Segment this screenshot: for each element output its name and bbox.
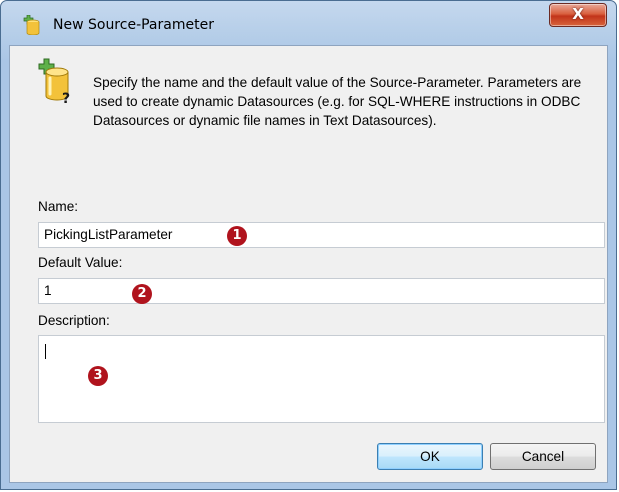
annotation-marker-3: 3 bbox=[88, 366, 108, 386]
dialog-content: ? Specify the name and the default value… bbox=[9, 45, 608, 483]
annotation-marker-1: 1 bbox=[227, 226, 247, 246]
database-parameter-icon: ? bbox=[38, 58, 70, 104]
default-value-label: Default Value: bbox=[38, 255, 123, 270]
default-value-field[interactable]: 1 bbox=[38, 278, 605, 304]
description-field[interactable] bbox=[38, 335, 605, 423]
text-cursor bbox=[45, 344, 46, 359]
description-label: Description: bbox=[38, 313, 110, 328]
dialog-window: New Source-Parameter X ? Specify the nam… bbox=[0, 0, 617, 490]
name-field[interactable]: PickingListParameter bbox=[38, 222, 605, 248]
name-label: Name: bbox=[38, 199, 79, 214]
info-description: Specify the name and the default value o… bbox=[93, 75, 582, 128]
database-parameter-icon bbox=[23, 15, 40, 35]
cancel-button[interactable]: Cancel bbox=[490, 443, 596, 470]
svg-text:?: ? bbox=[62, 91, 70, 104]
close-icon: X bbox=[572, 5, 584, 23]
title-bar[interactable]: New Source-Parameter X bbox=[1, 1, 616, 45]
close-button[interactable]: X bbox=[549, 3, 607, 27]
annotation-marker-2: 2 bbox=[132, 284, 152, 304]
window-title: New Source-Parameter bbox=[53, 17, 214, 33]
ok-button[interactable]: OK bbox=[377, 443, 483, 470]
